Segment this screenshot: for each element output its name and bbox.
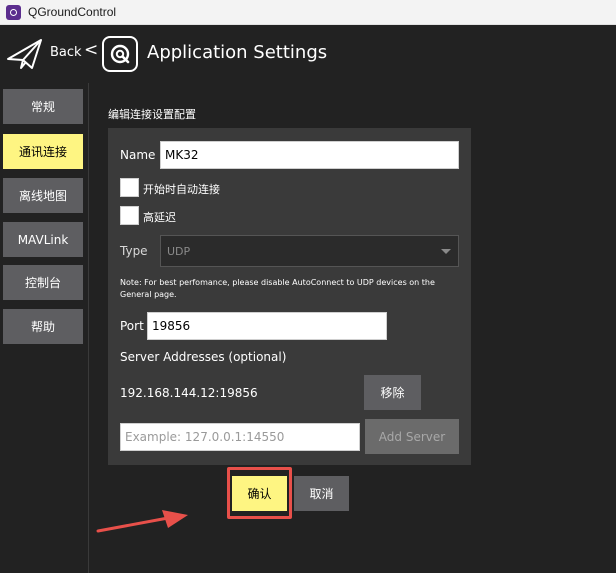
cancel-button[interactable]: 取消: [294, 476, 349, 511]
add-server-button[interactable]: Add Server: [365, 419, 459, 454]
name-label: Name: [120, 148, 156, 162]
auto-connect-checkbox[interactable]: [120, 178, 139, 197]
chevron-down-icon: [441, 249, 451, 254]
confirm-button[interactable]: 确认: [232, 476, 287, 511]
server-address-placeholder: Example: 127.0.0.1:14550: [125, 430, 285, 444]
port-input[interactable]: 19856: [147, 312, 387, 340]
sidebar-item-mavlink[interactable]: MAVLink: [3, 222, 83, 257]
sidebar-item-help[interactable]: 帮助: [3, 309, 83, 344]
paper-plane-icon[interactable]: [6, 37, 44, 71]
type-select[interactable]: UDP: [160, 235, 459, 267]
high-latency-label: 高延迟: [143, 211, 176, 224]
high-latency-checkbox[interactable]: [120, 206, 139, 225]
sidebar-item-offline-maps[interactable]: 离线地图: [3, 178, 83, 213]
name-input[interactable]: MK32: [160, 141, 459, 169]
note-line-2: General page.: [120, 290, 177, 299]
note-line-1: Note: For best perfomance, please disabl…: [120, 278, 435, 287]
app-header: Back < Application Settings: [0, 25, 616, 83]
sidebar-item-comm-links[interactable]: 通讯连接: [3, 134, 83, 169]
sidebar-divider: [88, 83, 89, 573]
auto-connect-label: 开始时自动连接: [143, 183, 220, 196]
page-title: Application Settings: [147, 42, 328, 63]
qgroundcontrol-logo-icon: [6, 4, 21, 20]
qgc-settings-icon: [102, 36, 138, 72]
server-address-input[interactable]: Example: 127.0.0.1:14550: [120, 423, 360, 451]
port-label: Port: [120, 319, 144, 333]
remove-server-button[interactable]: 移除: [364, 375, 421, 410]
back-button[interactable]: Back: [50, 45, 82, 60]
section-title: 编辑连接设置配置: [108, 108, 196, 121]
annotation-arrow-icon: [96, 510, 188, 533]
sidebar-item-console[interactable]: 控制台: [3, 265, 83, 300]
window-titlebar: QGroundControl: [0, 0, 616, 25]
type-select-value: UDP: [167, 244, 191, 258]
window-title: QGroundControl: [28, 5, 117, 19]
breadcrumb-separator: <: [84, 40, 99, 60]
settings-sidebar: 常规 通讯连接 离线地图 MAVLink 控制台 帮助: [0, 83, 88, 573]
server-addresses-label: Server Addresses (optional): [120, 350, 287, 364]
sidebar-item-general[interactable]: 常规: [3, 89, 83, 124]
server-address-entry: 192.168.144.12:19856: [120, 386, 258, 400]
type-label: Type: [120, 244, 148, 258]
